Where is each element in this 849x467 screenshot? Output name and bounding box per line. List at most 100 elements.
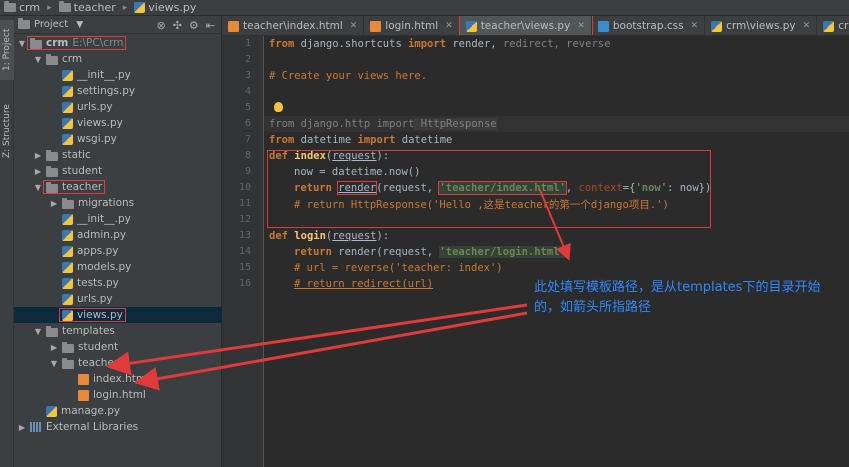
tree-item[interactable]: ▶ static [14,147,222,163]
tree-item-label: External Libraries [46,421,139,433]
editor-tab[interactable]: login.html ✕ [364,16,460,35]
project-panel-toolbar: ⊗ ✣ ⚙ ⇤ [156,19,215,32]
folder-icon [62,341,74,353]
gear-icon[interactable]: ⚙ [189,19,199,32]
hide-panel-icon[interactable]: ⇤ [206,19,215,32]
close-icon[interactable]: ✕ [803,21,811,31]
tree-item-content: models.py [60,261,133,273]
tree-item-content: urls.py [60,101,115,113]
tree-item[interactable]: ▼ crm [14,51,222,67]
editor-tab-label: crm\urls.py [838,20,849,32]
breadcrumb-item-views[interactable]: views.py [134,1,196,14]
folder-icon [46,53,58,65]
project-panel: Project ▼ ⊗ ✣ ⚙ ⇤ ▼ crm E:\PC\crm ▼ crm __ini… [14,16,222,467]
tree-item[interactable]: wsgi.py [14,131,222,147]
collapse-arrow-icon[interactable]: ▶ [32,167,44,176]
tree-item[interactable]: admin.py [14,227,222,243]
breadcrumb-item-crm[interactable]: crm [4,1,40,14]
editor-tab[interactable]: teacher\index.html ✕ [222,16,365,35]
tree-item[interactable]: settings.py [14,83,222,99]
tree-item[interactable]: ▼ teacher [14,355,222,371]
tree-item[interactable]: ▶ student [14,163,222,179]
line-number: 13 [238,230,251,241]
editor-tab-label: teacher\index.html [243,20,343,32]
tree-item[interactable]: ▶ External Libraries [14,419,222,435]
line-number-gutter: 1 2 3 4 5 6 7 8 9 10 11 12 13 14 15 16 [222,36,264,467]
python-file-icon [62,277,73,289]
tree-item-content: apps.py [60,245,120,257]
tree-item[interactable]: urls.py [14,99,222,115]
line-number: 15 [238,262,251,273]
expand-arrow-icon[interactable]: ▼ [32,55,44,64]
structure-tool-tab[interactable]: Z: Structure [0,96,14,166]
collapse-arrow-icon[interactable]: ▶ [48,199,60,208]
python-file-icon [62,85,73,97]
expand-arrow-icon[interactable]: ▼ [16,39,28,48]
editor-tab[interactable]: crm\urls.py✕ [817,16,849,35]
tree-item-label: templates [62,325,115,337]
expand-arrow-icon[interactable]: ▼ [48,359,60,368]
tree-item-content: student [44,165,104,177]
tree-item-content: __init__.py [60,69,133,81]
expand-arrow-icon[interactable]: ▼ [32,327,44,336]
project-tool-tab[interactable]: 1: Project [0,20,14,80]
tree-item[interactable]: index.html [14,371,222,387]
breadcrumb-item-teacher[interactable]: teacher [58,1,116,14]
tree-item[interactable]: tests.py [14,275,222,291]
editor-tab[interactable]: bootstrap.css ✕ [592,16,706,35]
tree-item[interactable]: __init__.py [14,67,222,83]
editor-tab-label: bootstrap.css [612,20,684,32]
editor-tabs: teacher\index.html ✕ login.html ✕ teacher\vi… [222,16,849,36]
tree-item[interactable]: ▼ teacher [14,179,222,195]
tree-item[interactable]: ▼ templates [14,323,222,339]
tree-item-label: migrations [78,197,135,209]
tree-item[interactable]: apps.py [14,243,222,259]
collapse-arrow-icon[interactable]: ▶ [16,423,28,432]
tree-item[interactable]: views.py [14,115,222,131]
close-icon[interactable]: ✕ [577,21,585,31]
tree-item[interactable]: ▶ migrations [14,195,222,211]
library-icon [30,422,42,432]
close-icon[interactable]: ✕ [445,21,453,31]
tree-item-label: views.py [77,117,123,129]
collapse-arrow-icon[interactable]: ▶ [32,151,44,160]
tree-item-label: index.html [93,373,149,385]
collapse-all-icon[interactable]: ✣ [173,19,182,32]
folder-icon [46,325,58,337]
tree-item[interactable]: __init__.py [14,211,222,227]
line-number: 6 [244,118,251,129]
project-view-selector[interactable]: Project [34,19,68,30]
editor-tab-label: login.html [385,20,439,32]
tree-item[interactable]: ▼ crm E:\PC\crm [14,35,222,51]
code-editor[interactable]: from django.shortcuts import render, red… [264,36,849,467]
tree-item[interactable]: login.html [14,387,222,403]
lightbulb-icon[interactable] [274,102,283,112]
tree-item[interactable]: models.py [14,259,222,275]
folder-icon [46,149,58,161]
tree-item-label: static [62,149,91,161]
python-file-icon [62,133,73,145]
tree-item[interactable]: ▶ student [14,339,222,355]
line-number: 16 [238,278,251,289]
code-line-13: def login(request): [269,230,390,242]
tree-item-label: settings.py [77,85,136,97]
chevron-down-icon[interactable]: ▼ [76,20,83,30]
tree-item-label: crm [46,37,69,49]
tree-item-label: wsgi.py [77,133,117,145]
tree-item-label: student [78,341,119,353]
line-number: 9 [244,166,251,177]
close-icon[interactable]: ✕ [350,21,358,31]
editor-tab-label: crm\views.py [726,20,796,32]
tree-item[interactable]: manage.py [14,403,222,419]
tree-item-content: manage.py [44,405,122,417]
close-icon[interactable]: ✕ [691,21,699,31]
sync-icon[interactable]: ⊗ [156,19,165,32]
tree-item[interactable]: urls.py [14,291,222,307]
editor-tab[interactable]: teacher\views.py ✕ [458,16,593,35]
tree-item[interactable]: views.py [14,307,222,323]
tree-item-content: templates [44,325,117,337]
editor-tab[interactable]: crm\views.py ✕ [705,16,818,35]
tree-item-content: views.py [60,117,125,129]
expand-arrow-icon[interactable]: ▼ [32,183,44,192]
collapse-arrow-icon[interactable]: ▶ [48,343,60,352]
